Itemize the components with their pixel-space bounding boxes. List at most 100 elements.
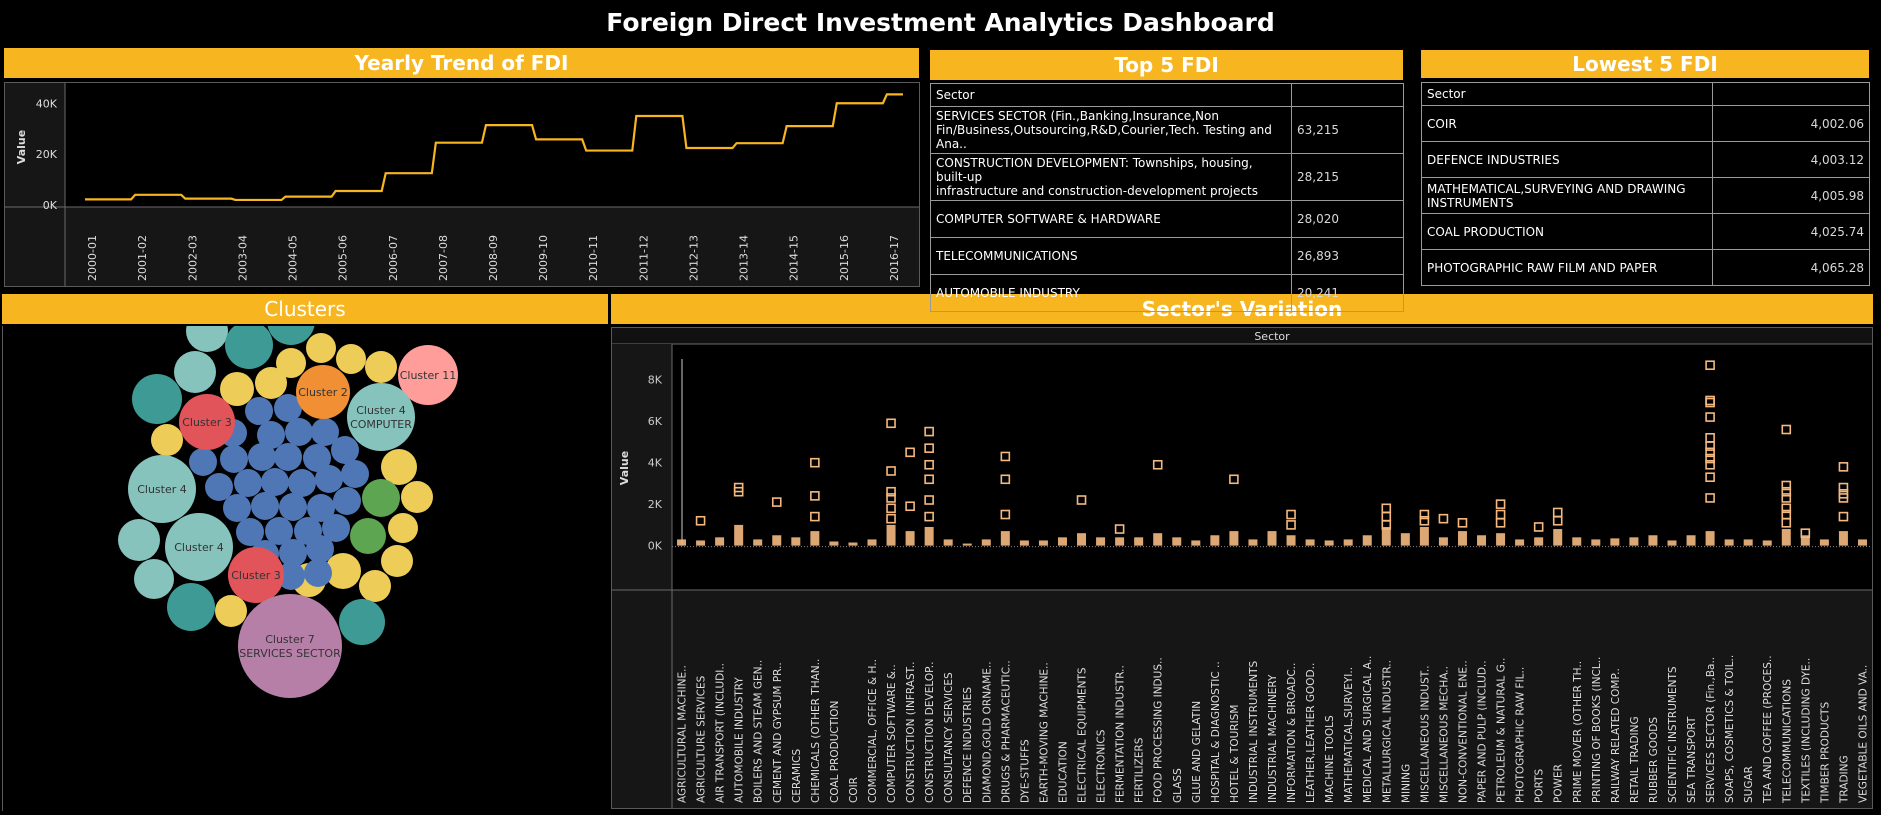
box-mark: [696, 540, 706, 546]
cluster-bubble: [381, 545, 413, 577]
lowest5-sector-cell: MATHEMATICAL,SURVEYING AND DRAWING INSTRU…: [1421, 177, 1713, 214]
x-tick-label: FOOD PROCESSING INDUS..: [1153, 657, 1165, 803]
outlier-point: [924, 459, 934, 470]
x-tick-label: METALLURGICAL INDUSTR..: [1381, 660, 1393, 803]
x-tick-label: SOAPS, COSMETICS & TOIL..: [1724, 655, 1736, 803]
table-row[interactable]: AUTOMOBILE INDUSTRY 20,241: [930, 274, 1404, 312]
table-row[interactable]: CONSTRUCTION DEVELOPMENT: Townships, hou…: [930, 153, 1404, 201]
x-tick-label: 2009-10: [537, 235, 550, 281]
top5-header-row: Sector: [930, 83, 1404, 107]
cluster-bubble: [315, 465, 343, 493]
dashboard-title: Foreign Direct Investment Analytics Dash…: [606, 8, 1275, 37]
x-tick-label: 2014-15: [788, 235, 801, 281]
cluster-bubble: [186, 310, 228, 352]
x-tick-label: 2012-13: [687, 235, 700, 281]
box-mark: [962, 543, 972, 546]
outlier-point: [1495, 509, 1506, 520]
x-tick-label: MEDICAL AND SURGICAL A..: [1362, 656, 1374, 803]
box-mark: [1629, 537, 1639, 546]
table-row[interactable]: PHOTOGRAPHIC RAW FILM AND PAPER 4,065.28: [1421, 249, 1870, 286]
x-tick-label: MACHINE TOOLS: [1324, 715, 1336, 803]
x-tick-label: MATHEMATICAL,SURVEYI..: [1343, 667, 1355, 803]
box-mark: [1572, 537, 1582, 546]
outlier-point: [810, 511, 820, 522]
outlier-point: [1838, 511, 1849, 522]
outlier-point: [1705, 433, 1715, 443]
y-tick-label: 40K: [36, 97, 58, 110]
x-tick-label: CONSTRUCTION DEVELOP..: [924, 662, 936, 803]
x-tick-label: FERTILIZERS: [1134, 737, 1146, 803]
y-tick-label: 6K: [648, 415, 663, 428]
x-tick-label: CONSULTANCY SERVICES: [943, 672, 955, 803]
box-mark: [1838, 531, 1848, 546]
lowest5-value-cell: 4,025.74: [1712, 213, 1870, 250]
cluster-bubble: [362, 479, 400, 517]
x-tick-label: CHEMICALS (OTHER THAN..: [810, 659, 822, 803]
x-tick-label: TEXTILES (INCLUDING DYE..: [1800, 658, 1812, 804]
outlier-point: [924, 426, 934, 437]
x-tick-label: RUBBER GOODS: [1648, 717, 1660, 803]
box-mark: [1362, 535, 1372, 546]
lowest5-sector-cell: COIR: [1421, 105, 1713, 142]
cluster-bubble: [238, 594, 342, 698]
box-mark: [1610, 538, 1620, 546]
x-tick-label: INFORMATION & BROADC..: [1286, 663, 1298, 803]
top5-column-value: [1291, 83, 1404, 107]
cluster-bubble: [288, 469, 316, 497]
cluster-bubble: [285, 418, 313, 446]
table-row[interactable]: SERVICES SECTOR (Fin.,Banking,Insurance,…: [930, 106, 1404, 154]
box-mark: [886, 524, 896, 546]
box-mark: [1667, 540, 1677, 546]
lowest5-value-cell: 4,005.98: [1712, 177, 1870, 214]
outlier-point: [1705, 412, 1715, 422]
top5-sector-cell: TELECOMMUNICATIONS: [930, 237, 1292, 275]
cluster-bubble: [388, 513, 418, 543]
box-mark: [1286, 535, 1296, 546]
box-mark: [1191, 540, 1201, 546]
cluster-label: Cluster 4: [174, 541, 224, 554]
lowest5-panel: Sector COIR 4,002.06 DEFENCE INDUSTRIES …: [1421, 82, 1870, 287]
box-mark: [1000, 531, 1010, 546]
x-tick-label: PRINTING OF BOOKS (INCL..: [1591, 657, 1603, 803]
cluster-bubble: [189, 448, 217, 476]
table-row[interactable]: COIR 4,002.06: [1421, 105, 1870, 142]
x-tick-label: SCIENTIFIC INSTRUMENTS: [1667, 666, 1679, 803]
cluster-bubble: [401, 481, 433, 513]
sector-line: INSTRUMENTS: [1427, 195, 1514, 210]
box-mark: [1457, 531, 1467, 546]
cluster-label: Cluster 3: [231, 569, 281, 582]
box-mark: [1324, 540, 1334, 546]
top5-value-cell: 63,215: [1291, 106, 1404, 154]
box-mark: [772, 535, 782, 546]
box-mark: [867, 539, 877, 546]
x-tick-label: 2002-03: [186, 235, 199, 281]
table-row[interactable]: DEFENCE INDUSTRIES 4,003.12: [1421, 141, 1870, 178]
table-row[interactable]: TELECOMMUNICATIONS 26,893: [930, 237, 1404, 275]
yearly-trend-chart: 40K 20K 0K Value 2000-01 2001-02 2002-03 2003-0…: [5, 83, 919, 286]
cluster-label: COMPUTER: [350, 418, 412, 431]
top5-value-cell: 28,215: [1291, 153, 1404, 201]
cluster-bubble: [304, 559, 332, 587]
x-tick-label: AGRICULTURAL MACHINE..: [677, 665, 689, 803]
cluster-bubble: [248, 443, 276, 471]
x-tick-label: TIMBER PRODUCTS: [1819, 702, 1831, 804]
box-mark: [1248, 539, 1258, 546]
lowest5-banner: Lowest 5 FDI: [1421, 50, 1869, 78]
cluster-bubble: [341, 460, 369, 488]
cluster-bubble: [381, 449, 417, 485]
x-tick-label: DRUGS & PHARMACEUTIC..: [1000, 660, 1012, 803]
x-tick-label: COAL PRODUCTION: [829, 701, 841, 803]
cluster-bubble: [245, 397, 273, 425]
lowest5-value-cell: 4,065.28: [1712, 249, 1870, 286]
x-tick-label: SERVICES SECTOR (Fin.,Ba..: [1705, 657, 1717, 803]
box-mark: [829, 541, 839, 546]
x-tick-label: 2010-11: [587, 235, 600, 281]
clusters-banner: Clusters: [2, 294, 608, 324]
outlier-point: [886, 418, 896, 429]
y-tick-label: 20K: [36, 148, 58, 161]
table-row[interactable]: COMPUTER SOFTWARE & HARDWARE 28,020: [930, 200, 1404, 238]
table-row[interactable]: COAL PRODUCTION 4,025.74: [1421, 213, 1870, 250]
table-row[interactable]: MATHEMATICAL,SURVEYING AND DRAWING INSTRU…: [1421, 177, 1870, 214]
x-tick-label: RAILWAY RELATED COMP..: [1610, 668, 1622, 803]
outlier-point: [1000, 451, 1011, 462]
